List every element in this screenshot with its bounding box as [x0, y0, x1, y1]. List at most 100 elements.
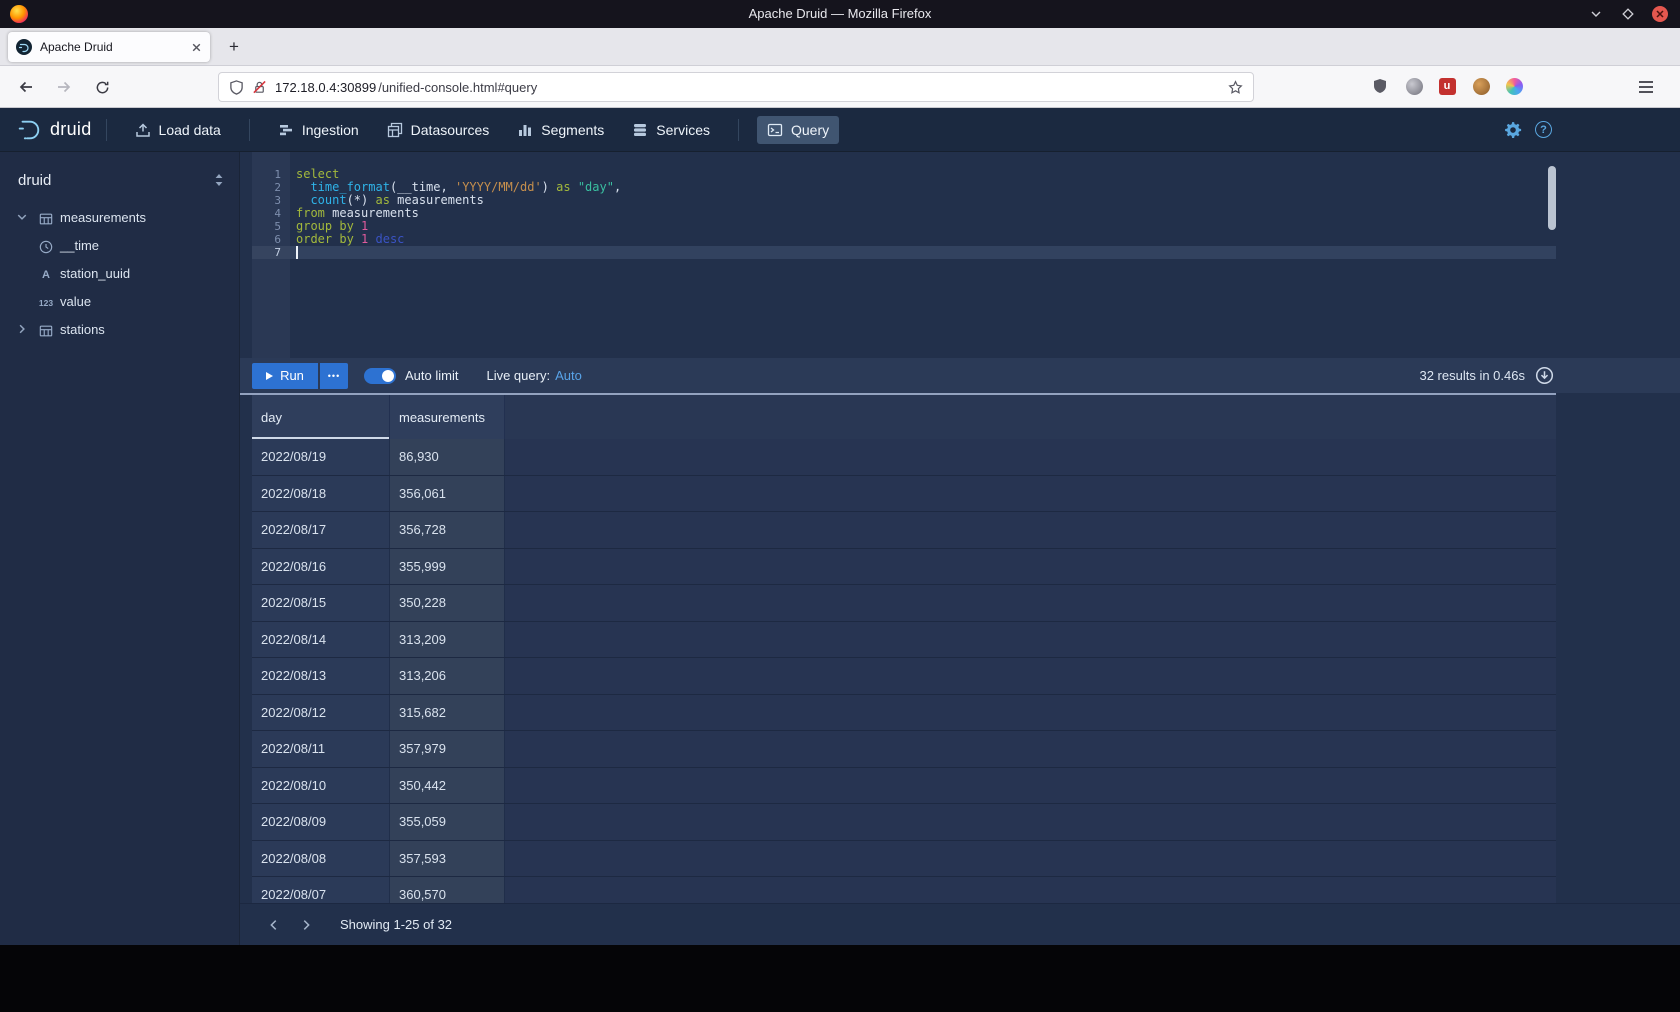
segments-icon — [517, 122, 533, 138]
tab-close-icon[interactable] — [191, 42, 202, 53]
header-divider — [738, 119, 739, 141]
cell-measurements[interactable]: 315,682 — [390, 695, 505, 731]
ingestion-icon — [278, 122, 294, 138]
tracking-protection-shield-icon[interactable] — [229, 80, 244, 95]
editor-scrollbar[interactable] — [1548, 166, 1556, 230]
editor-gutter: 1234567 — [252, 152, 290, 358]
settings-gear-icon[interactable] — [1504, 121, 1522, 139]
toggle-knob — [382, 370, 394, 382]
nav-query[interactable]: Query — [757, 116, 839, 144]
table-row: 2022/08/14313,209 — [252, 622, 1556, 659]
pocket-shield-icon[interactable] — [1370, 76, 1390, 96]
cell-measurements[interactable]: 356,061 — [390, 476, 505, 512]
column-header-day[interactable]: day — [252, 395, 390, 439]
chevron-down-icon[interactable] — [16, 211, 28, 223]
forward-button[interactable] — [52, 75, 76, 99]
cell-day[interactable]: 2022/08/16 — [252, 549, 390, 585]
cell-day[interactable]: 2022/08/08 — [252, 841, 390, 877]
cell-measurements[interactable]: 355,999 — [390, 549, 505, 585]
cell-measurements[interactable]: 313,206 — [390, 658, 505, 694]
chevron-right-icon[interactable] — [16, 323, 28, 335]
sidebar-item-stations[interactable]: stations — [0, 316, 239, 344]
window-close-button[interactable] — [1652, 6, 1668, 22]
sidebar-item-label: station_uuid — [60, 266, 130, 281]
live-query-value[interactable]: Auto — [555, 368, 582, 383]
next-page-button[interactable] — [294, 913, 318, 937]
run-more-button[interactable]: ••• — [320, 363, 348, 389]
druid-logo-icon — [16, 117, 42, 143]
services-icon — [632, 122, 648, 138]
sidebar-item-station-uuid[interactable]: A station_uuid — [0, 260, 239, 288]
cell-measurements[interactable]: 355,059 — [390, 804, 505, 840]
nav-ingestion[interactable]: Ingestion — [268, 116, 369, 144]
nav-label: Load data — [159, 122, 221, 138]
code-line: group by 1 — [290, 220, 1556, 233]
window-title: Apache Druid — Mozilla Firefox — [0, 0, 1680, 28]
nav-datasources[interactable]: Datasources — [377, 116, 500, 144]
numeric-type-icon: 123 — [38, 295, 54, 311]
nav-label: Datasources — [411, 122, 490, 138]
browser-toolbar: 172.18.0.4:30899 /unified-console.html#q… — [0, 66, 1680, 108]
cell-day[interactable]: 2022/08/14 — [252, 622, 390, 658]
cell-day[interactable]: 2022/08/13 — [252, 658, 390, 694]
cell-measurements[interactable]: 357,593 — [390, 841, 505, 877]
code-line: from measurements — [290, 207, 1556, 220]
druid-logo[interactable]: druid — [16, 117, 92, 143]
nav-services[interactable]: Services — [622, 116, 720, 144]
editor-code[interactable]: select time_format(__time, 'YYYY/MM/dd')… — [290, 168, 1556, 259]
url-bar[interactable]: 172.18.0.4:30899 /unified-console.html#q… — [218, 72, 1254, 102]
extension-pinwheel-icon[interactable] — [1504, 76, 1524, 96]
pagination-bar: Showing 1-25 of 32 — [240, 903, 1680, 945]
sql-editor[interactable]: 1234567 select time_format(__time, 'YYYY… — [240, 152, 1680, 358]
cell-day[interactable]: 2022/08/18 — [252, 476, 390, 512]
cell-measurements[interactable]: 357,979 — [390, 731, 505, 767]
reload-button[interactable] — [90, 75, 114, 99]
browser-tab-bar: Apache Druid + — [0, 28, 1680, 66]
auto-limit-toggle[interactable] — [364, 368, 396, 384]
bookmark-star-icon[interactable] — [1228, 80, 1243, 95]
browser-tab[interactable]: Apache Druid — [8, 32, 210, 62]
help-icon[interactable]: ? — [1535, 121, 1552, 138]
table-row: 2022/08/1986,930 — [252, 439, 1556, 476]
nav-load-data[interactable]: Load data — [125, 116, 231, 144]
sidebar-item-time[interactable]: __time — [0, 232, 239, 260]
window-titlebar: Apache Druid — Mozilla Firefox — [0, 0, 1680, 28]
code-line — [290, 246, 1556, 259]
cell-measurements[interactable]: 356,728 — [390, 512, 505, 548]
nav-segments[interactable]: Segments — [507, 116, 614, 144]
extension-monkey-icon[interactable] — [1471, 76, 1491, 96]
download-icon[interactable] — [1535, 366, 1554, 385]
cell-day[interactable]: 2022/08/15 — [252, 585, 390, 621]
insecure-lock-icon[interactable] — [252, 80, 267, 95]
sidebar-item-measurements[interactable]: measurements — [0, 204, 239, 232]
window-maximize-button[interactable] — [1620, 6, 1636, 22]
schema-selector[interactable]: druid — [18, 168, 225, 192]
previous-page-button[interactable] — [262, 913, 286, 937]
sidebar-item-label: __time — [60, 238, 99, 253]
cell-day[interactable]: 2022/08/11 — [252, 731, 390, 767]
cell-measurements[interactable]: 350,442 — [390, 768, 505, 804]
table-row: 2022/08/15350,228 — [252, 585, 1556, 622]
table-row: 2022/08/12315,682 — [252, 695, 1556, 732]
window-minimize-button[interactable] — [1588, 6, 1604, 22]
cell-day[interactable]: 2022/08/09 — [252, 804, 390, 840]
ublock-extension-icon[interactable]: u — [1437, 76, 1457, 96]
cell-measurements[interactable]: 313,209 — [390, 622, 505, 658]
cell-day[interactable]: 2022/08/12 — [252, 695, 390, 731]
sidebar-item-value[interactable]: 123 value — [0, 288, 239, 316]
results-header-row: day measurements — [252, 395, 1556, 439]
cell-day[interactable]: 2022/08/19 — [252, 439, 390, 475]
nav-label: Services — [656, 122, 710, 138]
menu-hamburger-button[interactable] — [1634, 75, 1658, 99]
column-header-measurements[interactable]: measurements — [390, 395, 505, 439]
code-line: count(*) as measurements — [290, 194, 1556, 207]
new-tab-button[interactable]: + — [222, 35, 246, 59]
cell-day[interactable]: 2022/08/17 — [252, 512, 390, 548]
table-icon — [38, 211, 54, 227]
cell-measurements[interactable]: 86,930 — [390, 439, 505, 475]
cell-measurements[interactable]: 350,228 — [390, 585, 505, 621]
cell-day[interactable]: 2022/08/10 — [252, 768, 390, 804]
back-button[interactable] — [14, 75, 38, 99]
extension-badger-icon[interactable] — [1404, 76, 1424, 96]
run-button[interactable]: Run — [252, 363, 318, 389]
